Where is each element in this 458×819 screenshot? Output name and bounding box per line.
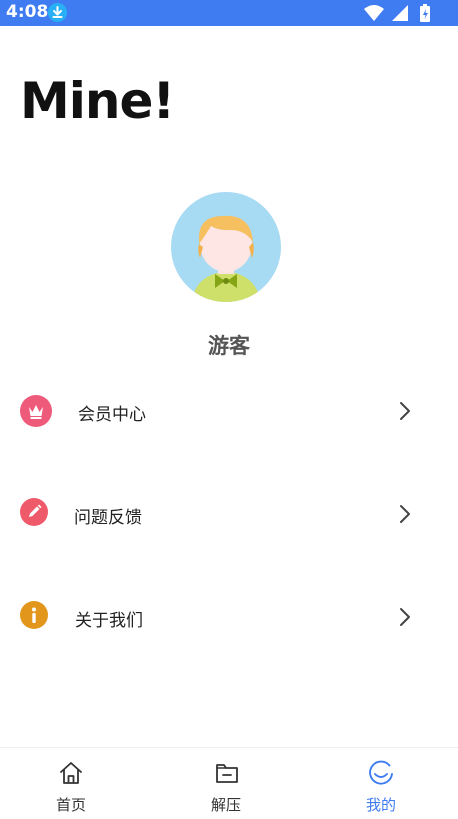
smile-icon [367, 760, 395, 792]
menu-item-member-center[interactable]: 会员中心 [0, 381, 458, 441]
crown-icon [20, 395, 52, 427]
signal-icon [392, 5, 408, 21]
nav-label: 首页 [55, 796, 86, 814]
username: 游客 [208, 334, 250, 358]
nav-item-mine[interactable]: 我的 [331, 748, 431, 819]
status-bar: 4:08 [0, 0, 458, 26]
nav-item-home[interactable]: 首页 [21, 748, 121, 819]
nav-label: 我的 [365, 796, 396, 814]
info-icon [20, 601, 48, 629]
menu-label: 会员中心 [78, 405, 146, 425]
home-icon [58, 760, 84, 790]
download-icon [48, 3, 67, 22]
menu-item-feedback[interactable]: 问题反馈 [0, 484, 458, 544]
chevron-right-icon [398, 503, 412, 529]
chevron-right-icon [398, 606, 412, 632]
bottom-nav: 首页 解压 我的 [0, 747, 458, 819]
avatar[interactable] [171, 192, 281, 302]
pencil-icon [20, 498, 48, 526]
menu-label: 问题反馈 [74, 508, 142, 528]
page-title: Mine! [20, 72, 175, 130]
status-icons [362, 3, 450, 23]
folder-icon [214, 760, 240, 790]
battery-icon [420, 4, 430, 22]
menu-label: 关于我们 [75, 611, 143, 631]
wifi-icon [364, 5, 384, 21]
status-time: 4:08 [6, 2, 49, 22]
menu-item-about-us[interactable]: 关于我们 [0, 587, 458, 647]
nav-label: 解压 [210, 796, 241, 814]
chevron-right-icon [398, 400, 412, 426]
nav-item-decompress[interactable]: 解压 [176, 748, 276, 819]
